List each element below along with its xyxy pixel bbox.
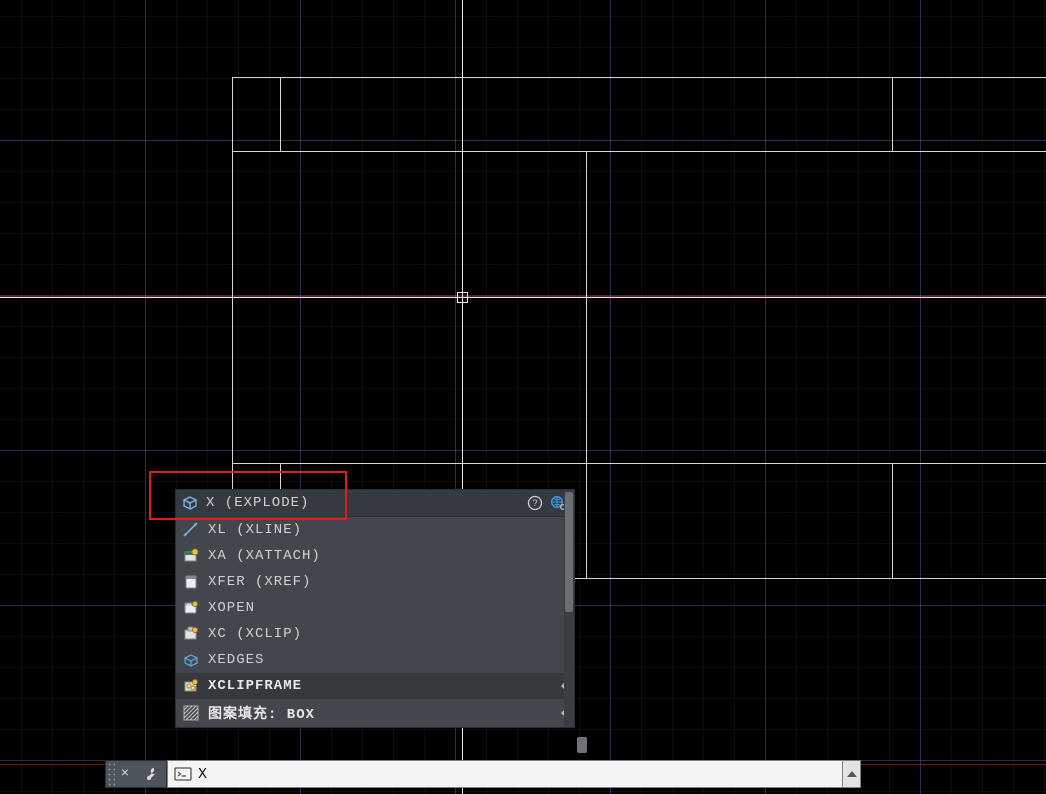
autocomplete-item[interactable]: XEDGES: [176, 647, 574, 673]
command-input[interactable]: [198, 766, 836, 783]
crosshair-pickbox: [457, 292, 468, 303]
drawing-hline: [232, 151, 1046, 152]
drawing-vline: [586, 151, 587, 578]
autocomplete-item-label: XL (XLINE): [208, 522, 302, 538]
command-input-wrapper[interactable]: [167, 760, 843, 788]
xclipframe-icon: [182, 677, 200, 695]
autocomplete-item-label: XOPEN: [208, 600, 255, 616]
drawing-vline: [892, 463, 893, 578]
autocomplete-scrollbar[interactable]: [564, 490, 574, 727]
wrench-icon: [142, 765, 160, 783]
xedges-icon: [182, 651, 200, 669]
autocomplete-item-label: XC (XCLIP): [208, 626, 302, 642]
autocomplete-item[interactable]: XCLIPFRAME: [176, 673, 574, 699]
command-line-bar: ×: [105, 760, 861, 788]
autocomplete-item-label: 图案填充: BOX: [208, 703, 315, 723]
svg-text:?: ?: [532, 498, 537, 508]
command-bar-drag-handle[interactable]: [105, 760, 115, 788]
scrollbar-thumb[interactable]: [565, 492, 573, 612]
drawing-canvas[interactable]: X (EXPLODE) ? XL (XLINE) XA (XATTACH) XFER…: [0, 0, 1046, 794]
xattach-icon: [182, 547, 200, 565]
autocomplete-first-item[interactable]: X (EXPLODE) ?: [176, 490, 574, 517]
autocomplete-side-scroll[interactable]: [577, 737, 587, 753]
drawing-vline: [280, 77, 281, 151]
autocomplete-item[interactable]: 图案填充: BOX: [176, 699, 574, 727]
command-history-expand-button[interactable]: [843, 760, 861, 788]
xclip-icon: [182, 625, 200, 643]
autocomplete-item[interactable]: XC (XCLIP): [176, 621, 574, 647]
xopen-icon: [182, 599, 200, 617]
autocomplete-item[interactable]: XL (XLINE): [176, 517, 574, 543]
command-prompt-icon: [174, 765, 192, 783]
hatch-icon: [182, 704, 200, 722]
autocomplete-item[interactable]: XA (XATTACH): [176, 543, 574, 569]
command-bar-customize-button[interactable]: [135, 760, 167, 788]
xline-icon: [182, 521, 200, 539]
chevron-up-icon: [847, 771, 857, 777]
drawing-vline: [892, 77, 893, 151]
autocomplete-item-label: XCLIPFRAME: [208, 678, 302, 694]
drawing-hline: [232, 463, 1046, 464]
crosshair-horizontal: [0, 297, 1046, 298]
command-autocomplete-popup: X (EXPLODE) ? XL (XLINE) XA (XATTACH) XFER…: [175, 489, 575, 728]
autocomplete-item[interactable]: XFER (XREF): [176, 569, 574, 595]
command-bar-close-button[interactable]: ×: [115, 760, 135, 788]
xref-icon: [182, 573, 200, 591]
autocomplete-item-label: XEDGES: [208, 652, 264, 668]
explode-icon: [182, 494, 200, 512]
autocomplete-item-label: X (EXPLODE): [206, 495, 520, 511]
drawing-hline: [232, 77, 1046, 78]
autocomplete-item-label: XA (XATTACH): [208, 548, 321, 564]
help-icon[interactable]: ?: [526, 494, 544, 512]
close-icon: ×: [121, 766, 129, 782]
autocomplete-item-label: XFER (XREF): [208, 574, 311, 590]
autocomplete-item[interactable]: XOPEN: [176, 595, 574, 621]
